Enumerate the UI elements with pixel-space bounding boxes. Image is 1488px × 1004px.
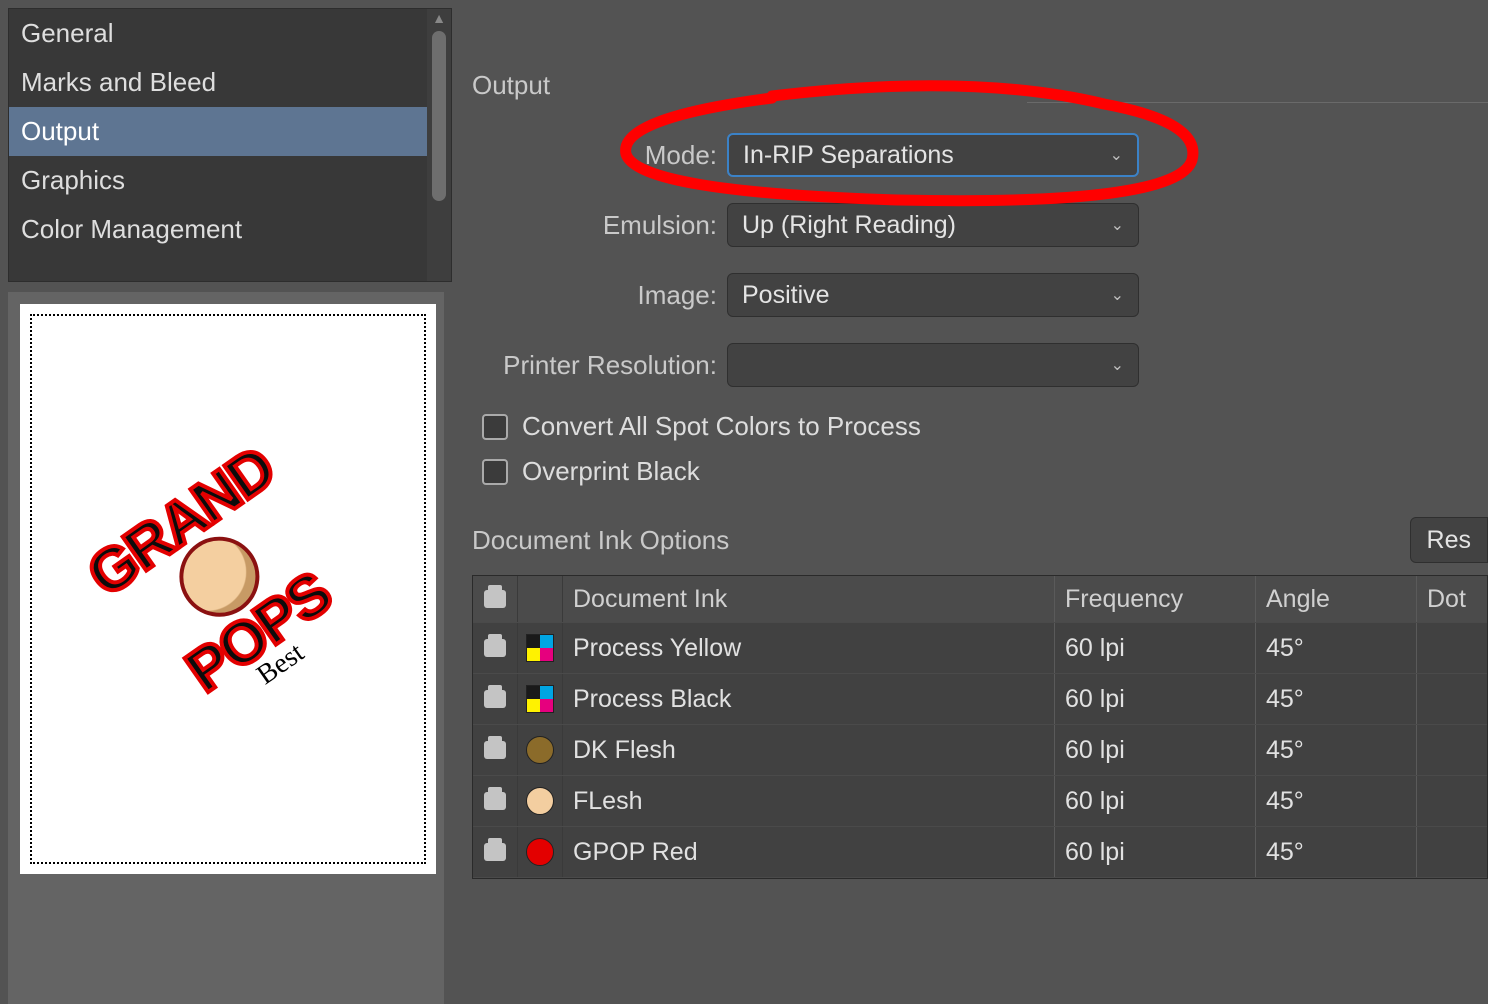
sidebar-item-graphics[interactable]: Graphics xyxy=(9,156,427,205)
image-label: Image: xyxy=(472,280,717,311)
ink-dot xyxy=(1417,674,1487,724)
mode-label: Mode: xyxy=(472,140,717,171)
section-divider xyxy=(1027,102,1488,103)
ink-table-header: Document Ink Frequency Angle Dot xyxy=(473,576,1487,623)
col-document-ink[interactable]: Document Ink xyxy=(563,576,1055,622)
scroll-thumb[interactable] xyxy=(432,31,446,201)
ink-name: DK Flesh xyxy=(563,725,1055,775)
ink-angle: 45° xyxy=(1256,827,1417,877)
scroll-up-icon[interactable]: ▲ xyxy=(432,9,446,27)
ink-dot xyxy=(1417,623,1487,673)
ink-name: Process Black xyxy=(563,674,1055,724)
settings-list: General Marks and Bleed Output Graphics … xyxy=(9,9,427,281)
ink-freq: 60 lpi xyxy=(1055,623,1256,673)
image-select[interactable]: Positive ⌄ xyxy=(727,273,1139,317)
col-angle[interactable]: Angle xyxy=(1256,576,1417,622)
image-value: Positive xyxy=(742,281,830,310)
reset-button[interactable]: Res xyxy=(1410,517,1488,563)
ink-freq: 60 lpi xyxy=(1055,674,1256,724)
ink-freq: 60 lpi xyxy=(1055,776,1256,826)
mode-select[interactable]: In-RIP Separations ⌄ xyxy=(727,133,1139,177)
overprint-black-checkbox[interactable] xyxy=(482,459,508,485)
chevron-down-icon: ⌄ xyxy=(1111,285,1124,305)
chevron-down-icon: ⌄ xyxy=(1111,355,1124,375)
col-dot[interactable]: Dot xyxy=(1417,576,1487,622)
settings-list-panel: General Marks and Bleed Output Graphics … xyxy=(8,8,452,282)
artwork-logo: GRAND POPS Best xyxy=(80,440,376,737)
ink-dot xyxy=(1417,725,1487,775)
ink-freq: 60 lpi xyxy=(1055,827,1256,877)
printer-icon[interactable] xyxy=(484,741,506,759)
ink-name: GPOP Red xyxy=(563,827,1055,877)
emulsion-label: Emulsion: xyxy=(472,210,717,241)
table-row[interactable]: Process Yellow 60 lpi 45° xyxy=(473,623,1487,674)
ink-name: Process Yellow xyxy=(563,623,1055,673)
col-frequency[interactable]: Frequency xyxy=(1055,576,1256,622)
sidebar-item-marks-bleed[interactable]: Marks and Bleed xyxy=(9,58,427,107)
chevron-down-icon: ⌄ xyxy=(1111,215,1124,235)
mode-value: In-RIP Separations xyxy=(743,141,954,170)
convert-spot-label: Convert All Spot Colors to Process xyxy=(522,411,921,442)
table-row[interactable]: FLesh 60 lpi 45° xyxy=(473,776,1487,827)
printer-icon[interactable] xyxy=(484,843,506,861)
emulsion-value: Up (Right Reading) xyxy=(742,211,956,240)
sidebar-item-color-management[interactable]: Color Management xyxy=(9,205,427,254)
ink-table: Document Ink Frequency Angle Dot Process… xyxy=(472,575,1488,879)
ink-dot xyxy=(1417,827,1487,877)
swatch-icon xyxy=(526,685,554,713)
chevron-down-icon: ⌄ xyxy=(1110,145,1123,165)
page-preview: GRAND POPS Best xyxy=(8,292,444,1004)
swatch-icon xyxy=(526,634,554,662)
printer-icon xyxy=(484,590,506,608)
ink-name: FLesh xyxy=(563,776,1055,826)
ink-dot xyxy=(1417,776,1487,826)
sidebar-item-general[interactable]: General xyxy=(9,9,427,58)
table-row[interactable]: DK Flesh 60 lpi 45° xyxy=(473,725,1487,776)
table-row[interactable]: Process Black 60 lpi 45° xyxy=(473,674,1487,725)
ink-angle: 45° xyxy=(1256,674,1417,724)
overprint-black-label: Overprint Black xyxy=(522,456,700,487)
swatch-icon xyxy=(526,838,554,866)
printer-resolution-label: Printer Resolution: xyxy=(472,350,717,381)
ink-angle: 45° xyxy=(1256,725,1417,775)
sidebar-item-output[interactable]: Output xyxy=(9,107,427,156)
section-title-output: Output xyxy=(472,70,1488,101)
swatch-icon xyxy=(526,787,554,815)
printer-resolution-select[interactable]: ⌄ xyxy=(727,343,1139,387)
table-row[interactable]: GPOP Red 60 lpi 45° xyxy=(473,827,1487,878)
swatch-icon xyxy=(526,736,554,764)
printer-icon[interactable] xyxy=(484,792,506,810)
sidebar-scrollbar[interactable]: ▲ xyxy=(427,9,451,281)
ink-angle: 45° xyxy=(1256,776,1417,826)
convert-spot-checkbox[interactable] xyxy=(482,414,508,440)
emulsion-select[interactable]: Up (Right Reading) ⌄ xyxy=(727,203,1139,247)
printer-icon[interactable] xyxy=(484,690,506,708)
ink-freq: 60 lpi xyxy=(1055,725,1256,775)
printer-icon[interactable] xyxy=(484,639,506,657)
ink-options-title: Document Ink Options xyxy=(472,525,729,556)
ink-angle: 45° xyxy=(1256,623,1417,673)
